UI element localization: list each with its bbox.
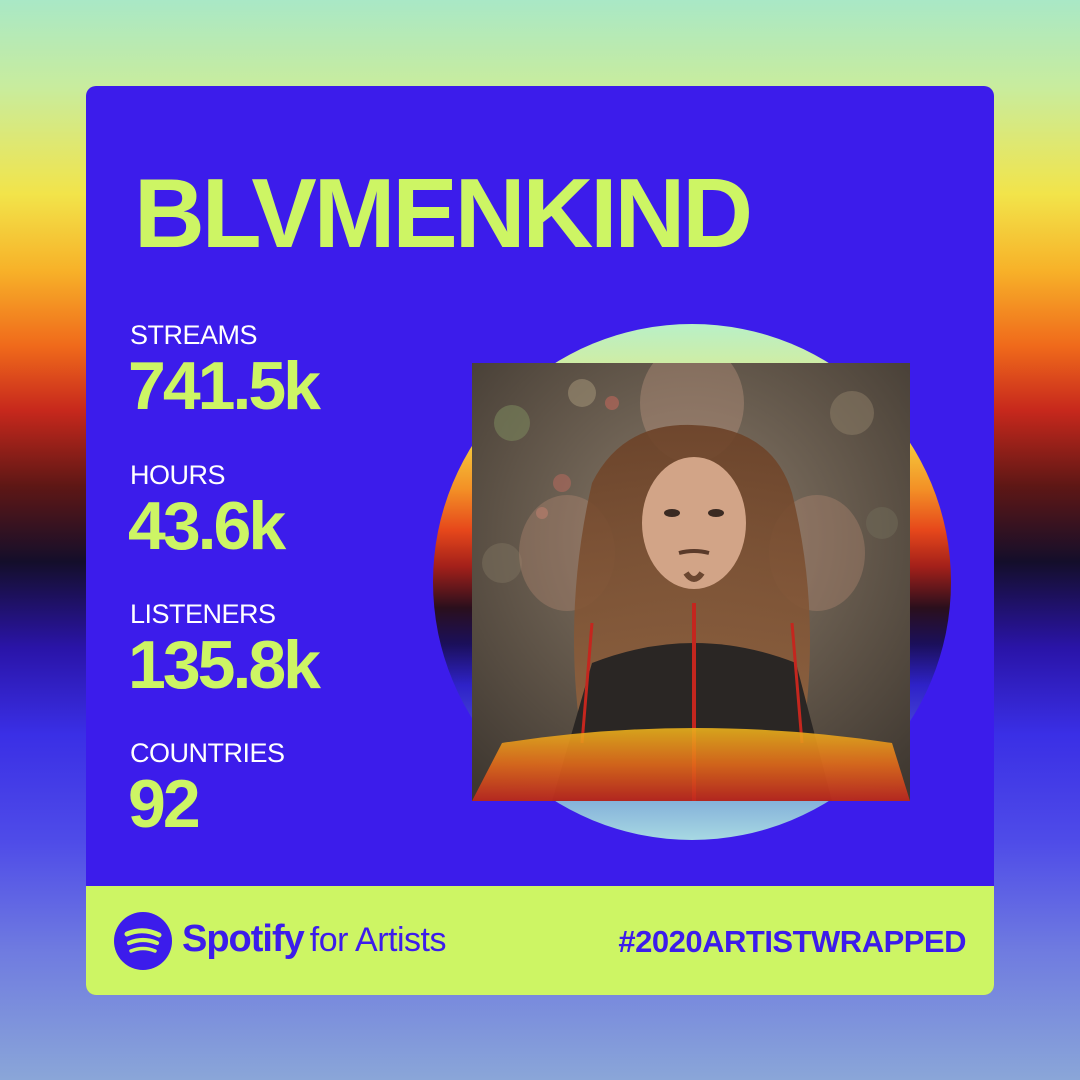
stat-value-countries: 92 [128,766,201,842]
spotify-for-artists-wordmark: Spotify for Artists [182,920,446,958]
artist-name: BLVMENKIND [134,158,753,268]
stat-value-streams: 741.5k [128,348,321,424]
artist-wrapped-card: BLVMENKIND STREAMS 741.5k HOURS 43.6k LI… [86,86,994,995]
brand-suffix: for Artists [309,921,447,959]
stat-label-streams: STREAMS [130,320,258,350]
spotify-logo-icon [114,912,172,970]
artist-photo [472,363,910,801]
stat-label-countries: COUNTRIES [130,738,285,768]
stat-value-listeners: 135.8k [128,627,321,703]
brand-name: Spotify [182,918,305,960]
stat-value-hours: 43.6k [128,488,286,564]
stat-label-hours: HOURS [130,460,226,490]
hashtag: #2020ARTISTWRAPPED [618,924,966,959]
stat-label-listeners: LISTENERS [130,599,276,629]
card-footer: Spotify for Artists #2020ARTISTWRAPPED [86,886,994,995]
